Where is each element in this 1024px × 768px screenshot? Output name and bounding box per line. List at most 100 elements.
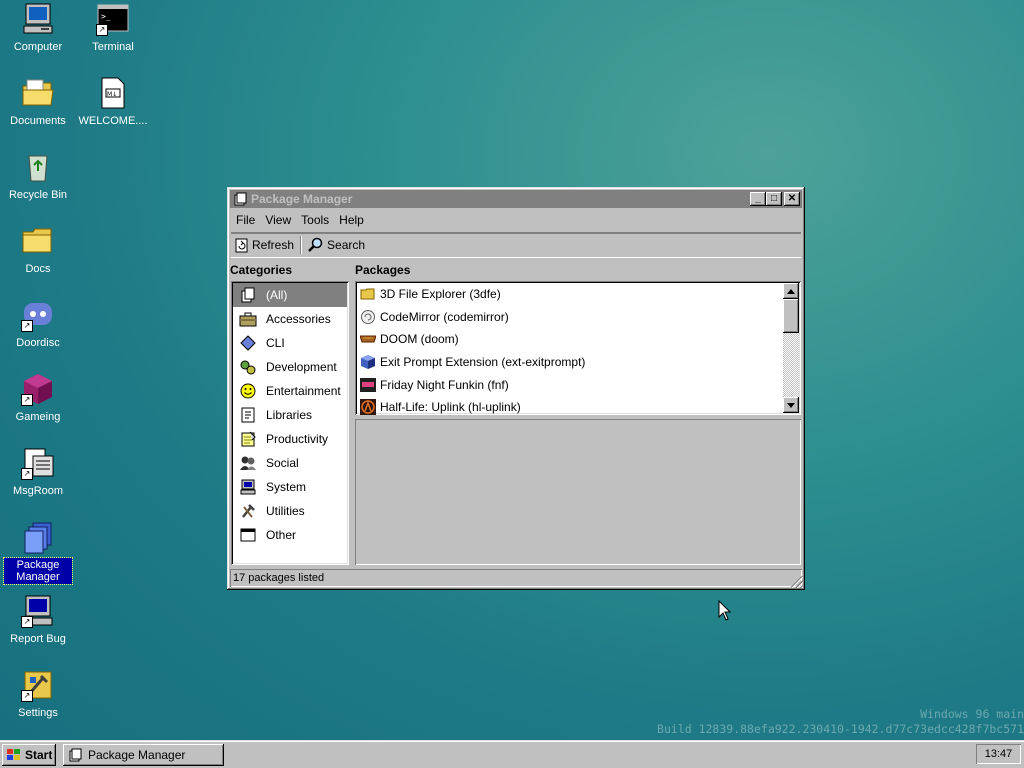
diamond-icon xyxy=(239,334,257,352)
category-label: Social xyxy=(266,456,299,470)
window-title: Package Manager xyxy=(251,192,353,206)
menu-view[interactable]: View xyxy=(260,213,296,227)
start-label: Start xyxy=(25,748,53,762)
categories-header: Categories xyxy=(230,263,293,277)
mouse-cursor-icon xyxy=(718,600,732,621)
category-entertainment[interactable]: Entertainment xyxy=(233,379,347,403)
book-icon xyxy=(239,406,257,424)
package-item-hl-uplink[interactable]: Half-Life: Uplink (hl-uplink) xyxy=(355,396,801,415)
desktop-icon-documents[interactable]: Documents xyxy=(0,76,76,128)
desktop-icon-settings[interactable]: ↗ Settings xyxy=(0,668,76,720)
maximize-button[interactable]: □ xyxy=(766,192,782,206)
folder-icon xyxy=(21,224,55,258)
search-button[interactable]: Search xyxy=(304,235,369,255)
category-label: Accessories xyxy=(266,312,331,326)
scroll-down-button[interactable] xyxy=(783,397,799,413)
desktop-icon-label: Report Bug xyxy=(10,633,66,645)
watermark-line2: Build 12839.88efa922.230410-1942.d77c73e… xyxy=(657,722,1024,736)
package-item-fnf[interactable]: Friday Night Funkin (fnf) xyxy=(355,373,801,396)
resize-grip[interactable] xyxy=(791,576,803,588)
desktop-icon-label: Docs xyxy=(25,263,51,275)
desktop-icon-computer[interactable]: Computer xyxy=(0,2,76,54)
taskbar-item-package-manager[interactable]: Package Manager xyxy=(63,744,224,766)
settings-icon: ↗ xyxy=(21,668,55,702)
start-button[interactable]: Start xyxy=(2,744,56,766)
desktop-icon-package-manager[interactable]: Package Manager xyxy=(0,520,76,585)
codemirror-icon xyxy=(361,309,375,324)
package-item-3dfe[interactable]: 3D File Explorer (3dfe) xyxy=(355,283,801,306)
category-accessories[interactable]: Accessories xyxy=(233,307,347,331)
desktop-icon-welcome[interactable]: M↓ WELCOME.... xyxy=(75,76,151,128)
category-system[interactable]: System xyxy=(233,475,347,499)
packages-list: 3D File Explorer (3dfe) CodeMirror (code… xyxy=(355,281,801,415)
category-label: Development xyxy=(266,360,337,374)
menu-help[interactable]: Help xyxy=(334,213,369,227)
markdown-file-icon: M↓ xyxy=(96,76,130,110)
search-label: Search xyxy=(327,238,366,252)
desktop-icon-label: WELCOME.... xyxy=(78,115,148,127)
desktop-icon-label: Gameing xyxy=(15,411,61,423)
desktop-icon-gameing[interactable]: ↗ Gameing xyxy=(0,372,76,424)
refresh-button[interactable]: Refresh xyxy=(231,235,298,255)
desktop-icon-docs[interactable]: Docs xyxy=(0,224,76,276)
briefcase-icon xyxy=(239,310,257,328)
desktop-icon-msgroom[interactable]: ↗ MsgRoom xyxy=(0,446,76,498)
category-social[interactable]: Social xyxy=(233,451,347,475)
terminal-icon: >_ ↗ xyxy=(96,2,130,36)
toolbar-separator xyxy=(300,236,303,254)
arrow-up-icon xyxy=(787,288,795,294)
windows-logo-icon xyxy=(7,749,20,760)
folder-icon xyxy=(21,76,55,110)
scroll-up-button[interactable] xyxy=(783,283,799,299)
category-cli[interactable]: CLI xyxy=(233,331,347,355)
cube-icon xyxy=(361,355,375,370)
package-details-pane xyxy=(355,419,801,565)
category-label: (All) xyxy=(266,288,288,302)
shortcut-arrow-icon: ↗ xyxy=(21,690,33,702)
category-other[interactable]: Other xyxy=(233,523,347,547)
menu-tools[interactable]: Tools xyxy=(296,213,334,227)
scroll-thumb[interactable] xyxy=(783,299,799,333)
category-label: Entertainment xyxy=(266,384,341,398)
category-all[interactable]: (All) xyxy=(233,283,347,307)
report-bug-icon: ↗ xyxy=(21,594,55,628)
taskbar: Start Package Manager 13:47 xyxy=(0,740,1024,768)
package-label: Exit Prompt Extension (ext-exitprompt) xyxy=(380,355,586,370)
category-productivity[interactable]: Productivity xyxy=(233,427,347,451)
category-utilities[interactable]: Utilities xyxy=(233,499,347,523)
computer-icon xyxy=(239,478,257,496)
desktop-icon-terminal[interactable]: >_ ↗ Terminal xyxy=(75,2,151,54)
packages-header: Packages xyxy=(355,263,411,277)
category-libraries[interactable]: Libraries xyxy=(233,403,347,427)
refresh-icon xyxy=(235,238,248,253)
desktop-icon-doordisc[interactable]: ↗ Doordisc xyxy=(0,298,76,350)
taskbar-item-label: Package Manager xyxy=(88,748,186,762)
package-item-doom[interactable]: DOOM (doom) xyxy=(355,328,801,351)
recycle-bin-icon xyxy=(21,150,55,184)
minimize-button[interactable]: _ xyxy=(750,192,766,206)
categories-list: (All) Accessories CLI Development Entert… xyxy=(231,281,349,565)
category-development[interactable]: Development xyxy=(233,355,347,379)
status-text: 17 packages listed xyxy=(233,572,325,584)
desktop-icon-recycle-bin[interactable]: Recycle Bin xyxy=(0,150,76,202)
desktop-icon-label: Documents xyxy=(10,115,66,127)
package-label: CodeMirror (codemirror) xyxy=(380,309,509,324)
arrow-down-icon xyxy=(787,402,795,408)
system-clock[interactable]: 13:47 xyxy=(976,744,1021,764)
desktop-icon-report-bug[interactable]: ↗ Report Bug xyxy=(0,594,76,646)
status-bar: 17 packages listed xyxy=(230,569,802,587)
menu-bar: File View Tools Help xyxy=(231,210,801,230)
desktop-icon-label: Terminal xyxy=(92,41,134,53)
gears-icon xyxy=(239,358,257,376)
package-item-codemirror[interactable]: CodeMirror (codemirror) xyxy=(355,306,801,329)
packages-scrollbar[interactable] xyxy=(783,283,799,413)
clock-time: 13:47 xyxy=(984,748,1013,760)
desktop-icon-label: Package Manager xyxy=(3,557,73,585)
search-icon xyxy=(308,237,323,252)
computer-icon xyxy=(21,2,55,36)
close-button[interactable]: ✕ xyxy=(784,192,800,206)
watermark-line1: Windows 96 main xyxy=(920,707,1024,721)
package-item-ext-exitprompt[interactable]: Exit Prompt Extension (ext-exitprompt) xyxy=(355,351,801,374)
menu-file[interactable]: File xyxy=(231,213,260,227)
window-titlebar[interactable]: Package Manager _ □ ✕ xyxy=(230,190,802,208)
